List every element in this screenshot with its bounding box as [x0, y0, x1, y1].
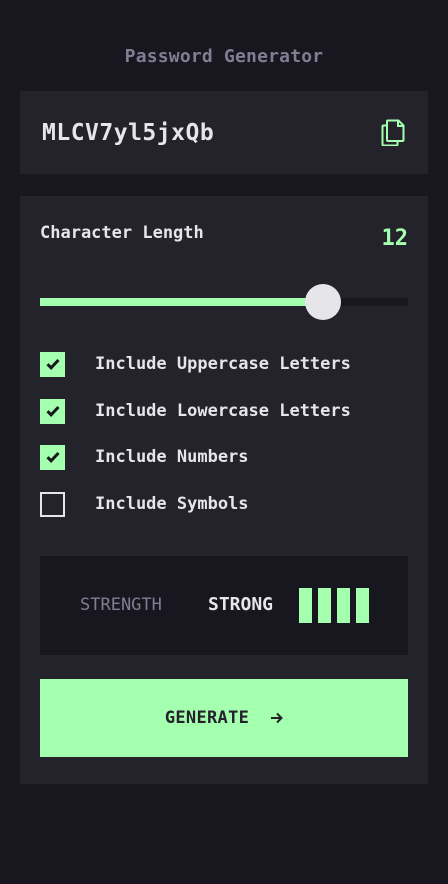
- generate-button[interactable]: GENERATE: [40, 679, 408, 757]
- strength-value: STRONG: [208, 594, 274, 615]
- strength-meter: STRENGTH STRONG: [40, 556, 408, 655]
- strength-label: STRENGTH: [80, 595, 162, 615]
- checkbox-numbers[interactable]: [40, 444, 65, 470]
- checkbox-uppercase[interactable]: [40, 351, 65, 377]
- length-slider[interactable]: [40, 284, 408, 320]
- slider-fill: [40, 298, 323, 306]
- option-uppercase[interactable]: Include Uppercase Letters: [40, 351, 351, 377]
- checkbox-lowercase[interactable]: [40, 398, 65, 424]
- checkmark-icon: [45, 358, 60, 370]
- option-label: Include Lowercase Letters: [95, 401, 351, 421]
- option-label: Include Numbers: [95, 447, 249, 467]
- password-generator-page: Password Generator MLCV7yl5jxQb Characte…: [0, 0, 448, 884]
- option-numbers[interactable]: Include Numbers: [40, 444, 249, 470]
- checkmark-icon: [45, 405, 60, 417]
- page-title: Password Generator: [124, 46, 324, 67]
- option-symbols[interactable]: Include Symbols: [40, 491, 249, 517]
- password-text: MLCV7yl5jxQb: [42, 119, 215, 146]
- strength-bar: [337, 588, 350, 623]
- strength-bar: [318, 588, 331, 623]
- strength-bars: [299, 588, 369, 623]
- password-output: MLCV7yl5jxQb: [20, 91, 428, 174]
- settings-panel: Character Length 12 Include Uppercase Le…: [20, 196, 428, 784]
- length-label: Character Length: [40, 223, 204, 243]
- strength-bar: [356, 588, 369, 623]
- generate-label: GENERATE: [164, 708, 250, 728]
- copy-icon: [381, 119, 405, 146]
- checkbox-symbols[interactable]: [40, 491, 65, 517]
- option-lowercase[interactable]: Include Lowercase Letters: [40, 398, 351, 424]
- length-value: 12: [381, 226, 409, 251]
- option-label: Include Uppercase Letters: [95, 354, 351, 374]
- checkmark-icon: [45, 451, 60, 463]
- copy-button[interactable]: [380, 119, 406, 147]
- arrow-right-icon: [271, 712, 284, 724]
- slider-thumb[interactable]: [305, 284, 341, 320]
- option-label: Include Symbols: [95, 494, 249, 514]
- strength-bar: [299, 588, 312, 623]
